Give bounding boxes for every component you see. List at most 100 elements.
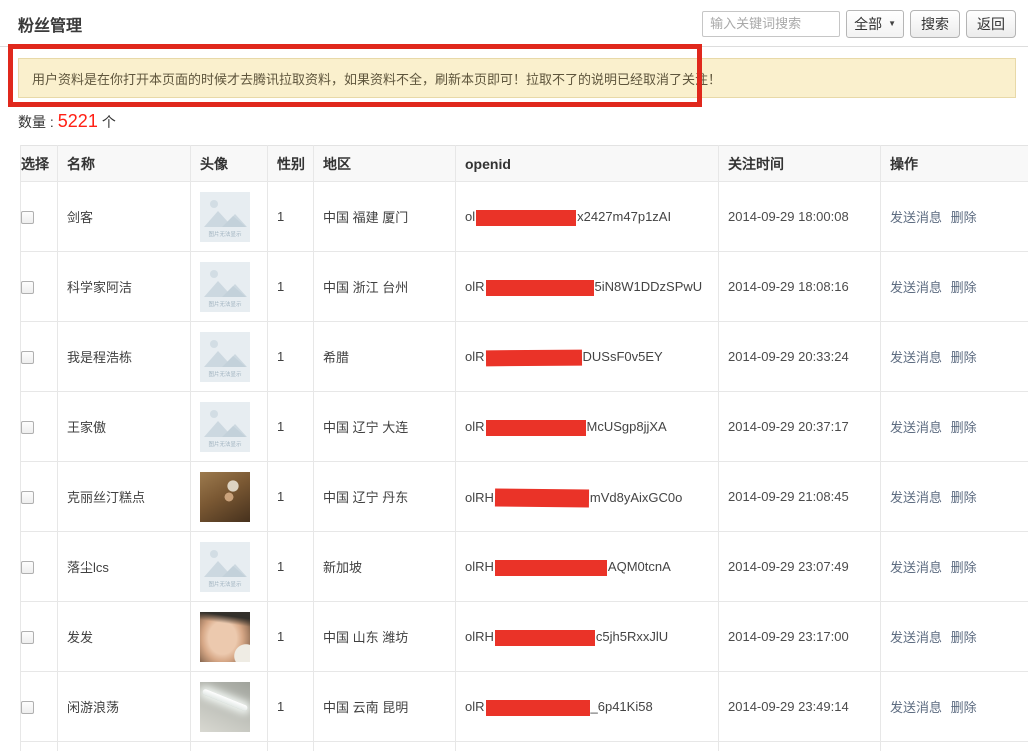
openid-suffix: 5iN8W1DDzSPwU (595, 279, 703, 294)
avatar: 图片无法显示 (200, 332, 250, 382)
page-header: 粉丝管理 全部 ▼ 搜索 返回 (0, 0, 1028, 47)
table-row: 闲游浪荡 图片无法显示 1 中国 云南 昆明 olR_6p41Ki58 2014… (21, 672, 1028, 742)
openid-prefix: olR (465, 279, 485, 294)
openid-suffix: c5jh5RxxJlU (596, 629, 668, 644)
openid-suffix: AQM0tcnA (608, 559, 671, 574)
follow-time: 2014-09-29 23:49:14 (728, 699, 849, 714)
openid-suffix: DUSsF0v5EY (583, 349, 663, 364)
gender-cell: 1 (268, 672, 314, 742)
send-message-link[interactable]: 发送消息 (890, 490, 942, 505)
delete-link[interactable]: 删除 (951, 280, 977, 295)
row-checkbox[interactable] (21, 281, 34, 294)
row-checkbox[interactable] (21, 701, 34, 714)
send-message-link[interactable]: 发送消息 (890, 560, 942, 575)
broken-image-placeholder-icon: 图片无法显示 (200, 262, 250, 312)
openid-prefix: ol (465, 209, 475, 224)
search-button[interactable]: 搜索 (910, 10, 960, 38)
actions-cell: 发送消息 删除 (881, 322, 1028, 392)
follow-time: 2014-09-29 20:33:24 (728, 349, 849, 364)
fan-count-line: 数量 : 5221 个 (18, 111, 1028, 132)
select-cell (21, 182, 58, 252)
delete-link[interactable]: 删除 (951, 420, 977, 435)
openid-prefix: olR (465, 349, 485, 364)
delete-link[interactable]: 删除 (951, 490, 977, 505)
openid-redaction-bar (486, 700, 590, 716)
send-message-link[interactable]: 发送消息 (890, 420, 942, 435)
row-checkbox[interactable] (21, 631, 34, 644)
openid-cell: olRHc5jh5RxxJlU (456, 602, 719, 672)
row-checkbox[interactable] (21, 211, 34, 224)
fan-count-value: 5221 (58, 111, 98, 132)
avatar: 图片无法显示 (200, 402, 250, 452)
table-row: 王家傲 图片无法显示 1 中国 辽宁 大连 olRMcUSgp8jjXA 201… (21, 392, 1028, 462)
avatar-cell: 图片无法显示 (191, 602, 268, 672)
avatar-cell: 图片无法显示 (191, 252, 268, 322)
region-cell: 中国 浙江 台州 (314, 252, 456, 322)
openid-prefix: olR (465, 419, 485, 434)
openid-cell: olRHAQM0tcnA (456, 532, 719, 602)
avatar: 图片无法显示 (200, 612, 250, 662)
send-message-link[interactable]: 发送消息 (890, 350, 942, 365)
delete-link[interactable]: 删除 (951, 560, 977, 575)
region-cell: 中国 辽宁 丹东 (314, 462, 456, 532)
select-cell (21, 602, 58, 672)
send-message-link[interactable]: 发送消息 (890, 280, 942, 295)
delete-link[interactable]: 删除 (951, 700, 977, 715)
row-checkbox[interactable] (21, 421, 34, 434)
filter-select-value: 全部 (854, 14, 882, 34)
region-cell: 希腊 (314, 322, 456, 392)
search-input[interactable] (702, 11, 840, 37)
avatar-cell: 图片无法显示 (191, 392, 268, 462)
region-cell: 中国 山东 潍坊 (314, 602, 456, 672)
avatar-cell: 图片无法显示 (191, 462, 268, 532)
chevron-down-icon: ▼ (888, 19, 896, 28)
table-row: 科学家阿洁 图片无法显示 1 中国 浙江 台州 olR5iN8W1DDzSPwU… (21, 252, 1028, 322)
back-button[interactable]: 返回 (966, 10, 1016, 38)
follow-time-cell: 2014-09-29 18:00:08 (719, 182, 881, 252)
row-checkbox[interactable] (21, 561, 34, 574)
openid-redaction-bar (495, 560, 607, 576)
actions-cell: 发送消息 删除 (881, 182, 1028, 252)
notice-bar: 用户资料是在你打开本页面的时候才去腾讯拉取资料，如果资料不全，刷新本页即可！拉取… (18, 58, 1016, 98)
delete-link[interactable]: 删除 (951, 350, 977, 365)
openid-prefix: olR (465, 699, 485, 714)
send-message-link[interactable]: 发送消息 (890, 700, 942, 715)
table-row: 我是程浩栋 图片无法显示 1 希腊 olRDUSsF0v5EY 2014-09-… (21, 322, 1028, 392)
gender-cell: 1 (268, 322, 314, 392)
fan-count-unit: 个 (102, 112, 116, 132)
select-cell (21, 672, 58, 742)
svg-text:图片无法显示: 图片无法显示 (208, 440, 242, 448)
actions-cell: 发送消息 删除 (881, 602, 1028, 672)
table-row: 发发 图片无法显示 1 中国 山东 潍坊 olRHc5jh5RxxJlU 201… (21, 602, 1028, 672)
select-cell (21, 532, 58, 602)
follow-time-cell: 2014-09-29 21:08:45 (719, 462, 881, 532)
broken-image-placeholder-icon: 图片无法显示 (200, 402, 250, 452)
follow-time-cell: 2014-09-29 23:49:14 (719, 672, 881, 742)
select-cell (21, 392, 58, 462)
svg-text:图片无法显示: 图片无法显示 (208, 300, 242, 308)
region-cell: 中国 福建 厦门 (314, 182, 456, 252)
openid-redaction-bar (476, 210, 576, 226)
openid-redaction-bar (486, 280, 594, 296)
delete-link[interactable]: 删除 (951, 210, 977, 225)
filter-select[interactable]: 全部 ▼ (846, 10, 904, 38)
send-message-link[interactable]: 发送消息 (890, 210, 942, 225)
select-cell (21, 462, 58, 532)
fans-table: 选择 名称 头像 性别 地区 openid 关注时间 操作 剑客 图片无法显示 (20, 145, 1028, 751)
select-cell (21, 252, 58, 322)
follow-time: 2014-09-29 20:37:17 (728, 419, 849, 434)
row-checkbox[interactable] (21, 491, 34, 504)
follow-time-cell: 2014-09-29 20:37:17 (719, 392, 881, 462)
row-checkbox[interactable] (21, 351, 34, 364)
actions-cell: 发送消息 删除 (881, 252, 1028, 322)
actions-cell: 发送消息 删除 (881, 392, 1028, 462)
follow-time: 2014-09-29 23:17:00 (728, 629, 849, 644)
region-cell: 中国 辽宁 大连 (314, 392, 456, 462)
name-cell: 克丽丝汀糕点 (58, 462, 191, 532)
table-row: 克丽丝汀糕点 图片无法显示 1 中国 辽宁 丹东 olRHmVd8yAixGC0… (21, 462, 1028, 532)
delete-link[interactable]: 删除 (951, 630, 977, 645)
header-region: 地区 (314, 146, 456, 182)
actions-cell: 发送消息 删除 (881, 532, 1028, 602)
send-message-link[interactable]: 发送消息 (890, 630, 942, 645)
page-title: 粉丝管理 (18, 12, 82, 36)
